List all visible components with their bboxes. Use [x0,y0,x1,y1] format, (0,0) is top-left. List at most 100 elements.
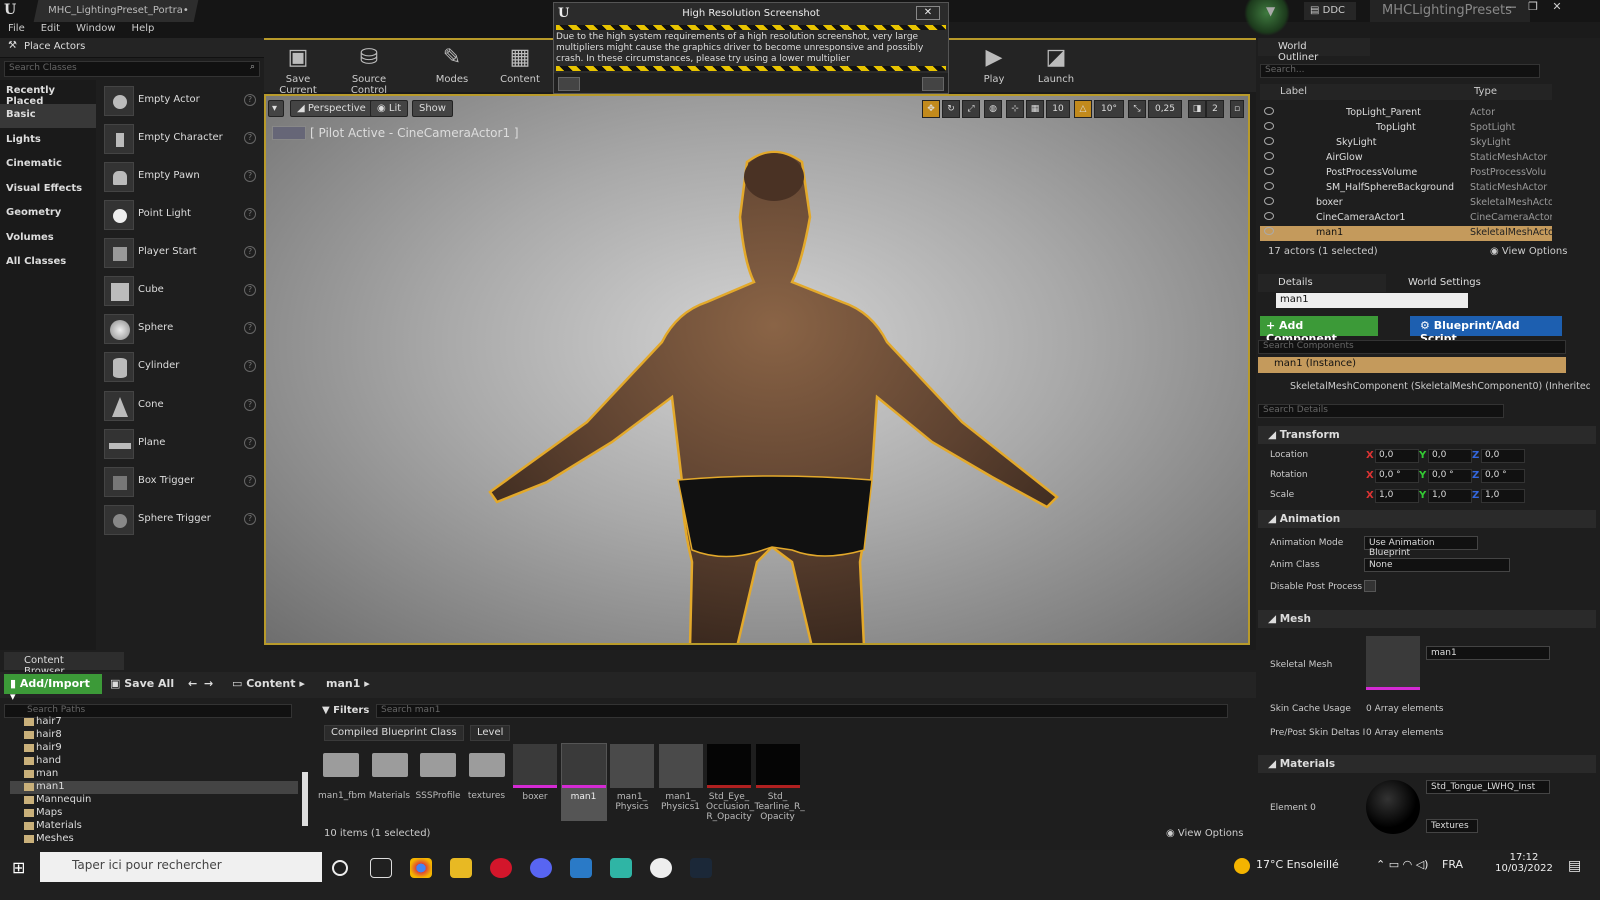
back-arrow-icon[interactable]: ← [188,677,197,690]
asset-tile[interactable]: man1_ Physics1 [658,743,704,821]
scl-z-field[interactable]: 1,0 [1481,489,1525,503]
material-thumbnail[interactable] [1366,780,1420,834]
content-button[interactable]: ▦ Content [488,40,552,90]
menu-file[interactable]: File [0,22,33,35]
source-control-status-icon[interactable]: ▼ [1266,4,1275,18]
world-space-icon[interactable]: ◍ [984,100,1002,118]
discord-icon[interactable] [530,858,552,878]
actor-point-light[interactable]: Point Light? [104,198,258,232]
add-component-button[interactable]: + Add Component [1260,316,1378,345]
outliner-row[interactable]: CineCameraActor1 CineCameraActor [1260,211,1552,226]
search-assets-input[interactable]: Search man1 [376,704,1228,718]
help-icon[interactable]: ? [244,437,256,449]
maximize-viewport-icon[interactable]: ▫ [1230,100,1244,118]
help-icon[interactable]: ? [244,132,256,144]
folder-tree-item[interactable]: hair7 [10,716,298,729]
mesh-section[interactable]: ◢ Mesh [1258,610,1596,628]
search-components-input[interactable]: Search Components [1258,340,1566,354]
outliner-row[interactable]: SM_HalfSphereBackground StaticMeshActor [1260,181,1552,196]
asset-tile[interactable]: man1_fbm [318,743,366,821]
asset-tile[interactable]: Std_Eye_ Occlusion_ R_Opacity [706,743,754,822]
outliner-row[interactable]: AirGlow StaticMeshActor [1260,151,1552,166]
rot-x-field[interactable]: 0,0 ° [1375,469,1419,483]
outliner-row[interactable]: boxer SkeletalMeshActo [1260,196,1552,211]
rotation-snap-icon[interactable]: △ [1074,100,1092,118]
search-details-input[interactable]: Search Details [1258,404,1504,418]
outliner-row[interactable]: TopLight SpotLight [1260,121,1552,136]
visibility-eye-icon[interactable] [1264,212,1274,220]
cortana-icon[interactable] [332,860,348,876]
actor-cylinder[interactable]: Cylinder? [104,350,258,384]
breadcrumb-man1[interactable]: man1 ▸ [326,677,370,690]
visibility-eye-icon[interactable] [1264,152,1274,160]
place-actors-tab[interactable]: ⚒ Place Actors [0,38,264,58]
ddc-button[interactable]: ▤ DDC [1304,2,1356,20]
blueprint-add-script-button[interactable]: ⚙ Blueprint/Add Script [1410,316,1562,345]
folder-tree-item[interactable]: man [10,768,298,781]
actor-empty-actor[interactable]: Empty Actor? [104,84,258,118]
asset-tile[interactable]: Materials [367,743,413,821]
tree-scrollbar[interactable] [302,772,308,826]
actor-plane[interactable]: Plane? [104,427,258,461]
folder-tree-item[interactable]: Materials [10,820,298,833]
folder-tree-item[interactable]: hand [10,755,298,768]
launch-button[interactable]: ◪ Launch [1024,40,1088,90]
asset-tile[interactable]: man1 [560,743,607,821]
asset-tile[interactable]: boxer [512,743,558,821]
actor-box-trigger[interactable]: Box Trigger? [104,465,258,499]
visibility-eye-icon[interactable] [1264,167,1274,175]
actor-player-start[interactable]: Player Start? [104,236,258,270]
add-import-button[interactable]: ▮ Add/Import ▾ [4,674,102,703]
transform-section[interactable]: ◢ Transform [1258,426,1596,444]
help-icon[interactable]: ? [244,360,256,372]
asset-tile[interactable]: textures [464,743,510,821]
unreal-engine-icon[interactable] [650,858,672,878]
filters-button[interactable]: ▼ Filters [322,705,369,716]
filter-chip-level[interactable]: Level [470,725,511,741]
visibility-eye-icon[interactable] [1264,197,1274,205]
unreal-logo-icon[interactable]: U [4,2,22,20]
scl-x-field[interactable]: 1,0 [1375,489,1419,503]
asset-tile[interactable]: SSSProfile [415,743,461,821]
source-control-button[interactable]: ⛁ Source Control [334,40,404,96]
help-icon[interactable]: ? [244,94,256,106]
outliner-row[interactable]: PostProcessVolume PostProcessVolu [1260,166,1552,181]
outliner-view-options[interactable]: ◉ View Options [1490,246,1567,257]
material-dropdown[interactable]: Std_Tongue_LWHQ_Inst [1426,780,1550,794]
world-outliner-tab[interactable]: World Outliner [1258,38,1370,63]
help-icon[interactable]: ? [244,170,256,182]
close-button[interactable]: ✕ [1546,0,1568,16]
help-icon[interactable]: ? [244,322,256,334]
dialog-close-button[interactable]: ✕ [916,6,940,20]
col-type[interactable]: Type [1474,86,1497,97]
category-cinematic[interactable]: Cinematic [0,153,96,177]
folder-tree-item[interactable]: Maps [10,807,298,820]
camera-speed-icon[interactable]: ◨ [1188,100,1206,118]
category-all-classes[interactable]: All Classes [0,251,96,275]
chrome-icon[interactable] [410,858,432,878]
modes-button[interactable]: ✎ Modes [420,40,484,90]
windows-start-icon[interactable]: ⊞ [12,858,25,877]
weather-text[interactable]: 17°C Ensoleillé [1256,858,1339,871]
pilot-camera-icon[interactable] [272,126,306,140]
animation-mode-dropdown[interactable]: Use Animation Blueprint [1364,536,1478,558]
clock[interactable]: 17:12 10/03/2022 [1494,852,1554,874]
content-browser-tab[interactable]: Content Browser [4,652,124,677]
document-tab[interactable]: MHC_LightingPreset_Portra• [33,0,199,22]
viewport-options-button[interactable]: ▾ [268,100,284,117]
actor-empty-pawn[interactable]: Empty Pawn? [104,160,258,194]
show-button[interactable]: Show [412,100,453,117]
task-view-icon[interactable] [370,858,392,878]
help-icon[interactable]: ? [244,208,256,220]
scale-snap-value[interactable]: 0,25 [1148,100,1182,118]
help-icon[interactable]: ? [244,399,256,411]
folder-tree-item[interactable]: man1 [10,781,298,794]
outliner-row[interactable]: TopLight_Parent Actor [1260,106,1552,121]
visibility-eye-icon[interactable] [1264,107,1274,115]
steam-icon[interactable] [690,858,712,878]
capture-button-icon[interactable] [922,77,944,91]
maximize-button[interactable]: ❐ [1522,0,1544,16]
actor-name-field[interactable]: man1 [1276,293,1468,308]
rotation-snap-value[interactable]: 10° [1094,100,1124,118]
translate-tool-icon[interactable]: ✥ [922,100,940,118]
